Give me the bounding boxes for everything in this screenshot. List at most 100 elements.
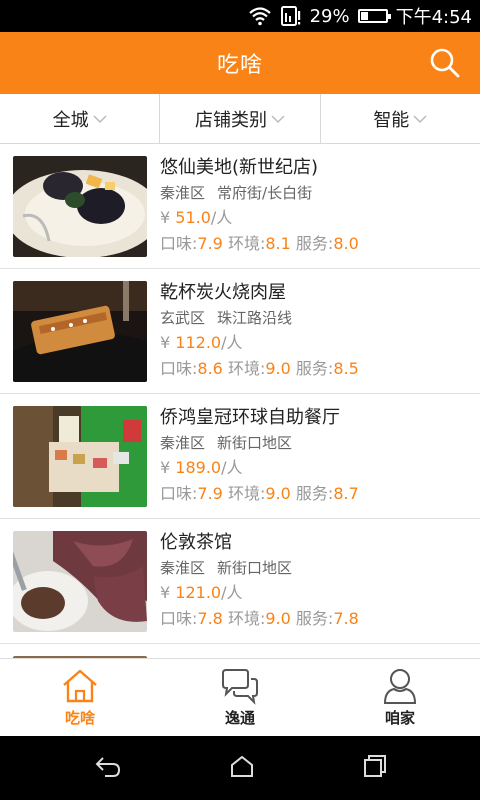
list-item[interactable] <box>0 644 480 658</box>
env-label: 环境: <box>227 609 266 628</box>
restaurant-list[interactable]: 悠仙美地(新世纪店) 秦淮区 常府街/长白街 ¥ 51.0/人 口味:7.9 环境… <box>0 144 480 658</box>
taste-label: 口味: <box>160 484 198 503</box>
chevron-down-icon <box>271 114 285 123</box>
env-score: 8.1 <box>265 234 291 253</box>
restaurant-price: ¥ 189.0/人 <box>160 454 474 481</box>
restaurant-area: 常府街/长白街 <box>217 184 313 202</box>
service-score: 7.8 <box>333 609 359 628</box>
list-item[interactable]: 伦敦茶馆 秦淮区 新街口地区 ¥ 121.0/人 口味:7.8 环境:9.0 服务… <box>0 519 480 644</box>
filter-bar: 全城 店铺类别 智能 <box>0 94 480 144</box>
service-label: 服务: <box>295 359 334 378</box>
restaurant-scores: 口味:7.9 环境:9.0 服务:8.7 <box>160 481 474 506</box>
env-score: 9.0 <box>265 609 291 628</box>
home-nav-icon <box>231 755 253 777</box>
chat-icon <box>222 669 258 705</box>
status-bar: 29% 下午4:54 <box>0 0 480 32</box>
price-unit: /人 <box>221 458 243 477</box>
back-icon <box>95 757 121 777</box>
filter-city[interactable]: 全城 <box>0 94 161 143</box>
wifi-icon <box>248 6 272 26</box>
currency-symbol: ¥ <box>160 333 171 352</box>
restaurant-scores: 口味:7.8 环境:9.0 服务:7.8 <box>160 606 474 631</box>
price-value: 112.0 <box>175 333 222 352</box>
list-item[interactable]: 侨鸿皇冠环球自助餐厅 秦淮区 新街口地区 ¥ 189.0/人 口味:7.9 环境:… <box>0 394 480 519</box>
currency-symbol: ¥ <box>160 583 171 602</box>
taste-label: 口味: <box>160 609 198 628</box>
price-unit: /人 <box>221 333 243 352</box>
price-unit: /人 <box>221 583 243 602</box>
tab-profile[interactable]: 咱家 <box>320 659 480 736</box>
restaurant-area: 新街口地区 <box>217 434 293 452</box>
service-score: 8.7 <box>333 484 359 503</box>
restaurant-name: 伦敦茶馆 <box>160 532 232 553</box>
restaurant-area: 新街口地区 <box>217 559 293 577</box>
taste-label: 口味: <box>160 359 198 378</box>
restaurant-name: 乾杯炭火烧肉屋 <box>160 282 286 303</box>
restaurant-district: 秦淮区 <box>160 559 206 577</box>
restaurant-district: 玄武区 <box>160 309 206 327</box>
env-score: 9.0 <box>265 484 291 503</box>
restaurant-photo <box>13 406 147 507</box>
tab-home[interactable]: 吃啥 <box>0 659 160 736</box>
recents-icon <box>364 755 386 777</box>
home-button[interactable] <box>229 754 255 782</box>
battery-percent: 29% <box>309 5 350 27</box>
taste-score: 7.9 <box>197 234 223 253</box>
price-value: 51.0 <box>175 208 211 227</box>
list-item[interactable]: 乾杯炭火烧肉屋 玄武区 珠江路沿线 ¥ 112.0/人 口味:8.6 环境:9.0… <box>0 269 480 394</box>
restaurant-price: ¥ 121.0/人 <box>160 579 474 606</box>
restaurant-scores: 口味:7.9 环境:8.1 服务:8.0 <box>160 231 474 256</box>
restaurant-photo <box>13 281 147 382</box>
restaurant-district: 秦淮区 <box>160 434 206 452</box>
filter-sort-label: 智能 <box>373 109 410 131</box>
chevron-down-icon <box>93 114 107 123</box>
restaurant-photo <box>13 156 147 257</box>
env-score: 9.0 <box>265 359 291 378</box>
filter-city-label: 全城 <box>52 109 89 131</box>
service-score: 8.0 <box>333 234 359 253</box>
filter-sort[interactable]: 智能 <box>321 94 480 143</box>
env-label: 环境: <box>227 359 266 378</box>
currency-symbol: ¥ <box>160 208 171 227</box>
battery-level <box>360 12 369 20</box>
restaurant-scores: 口味:8.6 环境:9.0 服务:8.5 <box>160 356 474 381</box>
battery-icon <box>357 9 391 23</box>
filter-category[interactable]: 店铺类别 <box>160 94 321 143</box>
service-score: 8.5 <box>333 359 359 378</box>
search-icon <box>430 48 460 78</box>
clock: 下午4:54 <box>395 7 472 28</box>
restaurant-price: ¥ 51.0/人 <box>160 204 474 231</box>
bottom-tab-bar: 吃啥 逸通 咱家 <box>0 658 480 736</box>
service-label: 服务: <box>295 609 334 628</box>
chevron-down-icon <box>413 114 427 123</box>
env-label: 环境: <box>227 484 266 503</box>
restaurant-name: 悠仙美地(新世纪店) <box>160 157 319 178</box>
tab-profile-label: 咱家 <box>384 709 415 727</box>
taste-score: 7.8 <box>197 609 223 628</box>
service-label: 服务: <box>295 234 334 253</box>
home-icon <box>63 669 97 703</box>
restaurant-photo <box>13 531 147 632</box>
app-header: 吃啥 <box>0 32 480 94</box>
taste-label: 口味: <box>160 234 198 253</box>
sim-signal-icon <box>280 5 302 27</box>
restaurant-area: 珠江路沿线 <box>217 309 293 327</box>
price-value: 189.0 <box>175 458 222 477</box>
restaurant-price: ¥ 112.0/人 <box>160 329 474 356</box>
filter-category-label: 店铺类别 <box>194 109 267 131</box>
env-label: 环境: <box>227 234 266 253</box>
tab-chat[interactable]: 逸通 <box>160 659 320 736</box>
user-icon <box>383 669 417 704</box>
price-unit: /人 <box>210 208 233 227</box>
price-value: 121.0 <box>175 583 222 602</box>
recents-button[interactable] <box>361 754 387 782</box>
restaurant-name: 侨鸿皇冠环球自助餐厅 <box>160 407 340 428</box>
search-button[interactable] <box>424 42 466 84</box>
page-title: 吃啥 <box>216 53 263 78</box>
taste-score: 8.6 <box>197 359 223 378</box>
tab-home-label: 吃啥 <box>64 709 95 727</box>
restaurant-district: 秦淮区 <box>160 184 206 202</box>
back-button[interactable] <box>93 754 123 782</box>
service-label: 服务: <box>295 484 334 503</box>
list-item[interactable]: 悠仙美地(新世纪店) 秦淮区 常府街/长白街 ¥ 51.0/人 口味:7.9 环境… <box>0 144 480 269</box>
